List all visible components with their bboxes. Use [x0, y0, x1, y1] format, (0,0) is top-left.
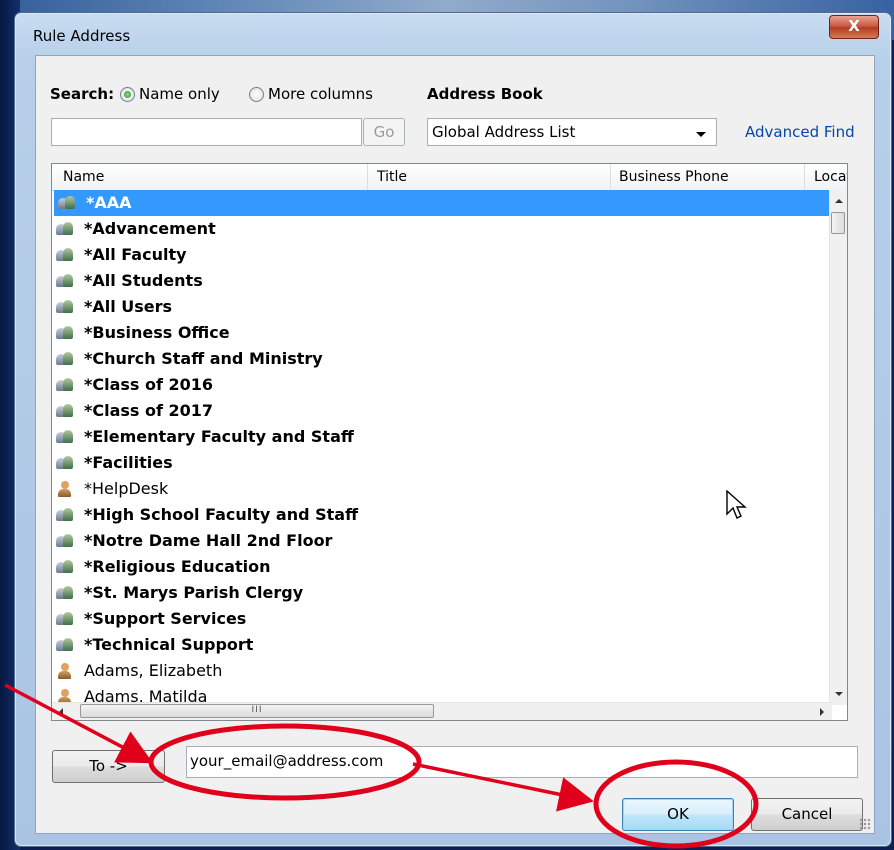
entry-name: *St. Marys Parish Clergy [84, 583, 304, 602]
address-book-dropdown[interactable]: Global Address List [427, 118, 717, 146]
to-button[interactable]: To -> [52, 750, 165, 783]
address-book-selected: Global Address List [432, 123, 576, 141]
list-item[interactable]: *Notre Dame Hall 2nd Floor [52, 528, 832, 554]
distribution-list-icon [56, 351, 73, 367]
more-columns-label[interactable]: More columns [268, 85, 373, 103]
to-input[interactable]: your_email@address.com [186, 746, 858, 778]
advanced-find-link[interactable]: Advanced Find [745, 123, 855, 141]
mouse-cursor-icon [726, 490, 747, 519]
distribution-list-icon [56, 455, 73, 471]
go-button[interactable]: Go [363, 118, 405, 146]
entry-name: *Support Services [84, 609, 247, 628]
entry-name: *Religious Education [84, 557, 271, 576]
list-item[interactable]: *AAA [54, 190, 830, 216]
entry-name: *Elementary Faculty and Staff [84, 427, 354, 446]
list-item[interactable]: *St. Marys Parish Clergy [52, 580, 832, 606]
list-item[interactable]: *Facilities [52, 450, 832, 476]
distribution-list-icon [56, 221, 73, 237]
distribution-list-icon [56, 507, 73, 523]
horizontal-scrollbar[interactable]: III [52, 702, 832, 720]
entry-name: *AAA [86, 193, 132, 212]
entry-name: *Class of 2017 [84, 401, 214, 420]
column-divider[interactable] [610, 164, 611, 190]
ok-button[interactable]: OK [622, 798, 734, 831]
list-item[interactable]: *All Users [52, 294, 832, 320]
list-item[interactable]: *Class of 2016 [52, 372, 832, 398]
entry-name: *HelpDesk [84, 479, 169, 498]
distribution-list-icon [56, 377, 73, 393]
vertical-scroll-thumb[interactable] [831, 212, 845, 234]
list-item[interactable]: *High School Faculty and Staff [52, 502, 832, 528]
list-item[interactable]: *All Students [52, 268, 832, 294]
distribution-list-icon [56, 559, 73, 575]
entry-name: *All Students [84, 271, 203, 290]
list-item[interactable]: *Elementary Faculty and Staff [52, 424, 832, 450]
column-title[interactable]: Title [377, 169, 407, 185]
contact-icon [56, 663, 73, 679]
list-item[interactable]: *Technical Support [52, 632, 832, 658]
window-title: Rule Address [33, 27, 131, 45]
list-item[interactable]: *Class of 2017 [52, 398, 832, 424]
address-book-label: Address Book [427, 85, 543, 103]
close-button[interactable]: X [829, 15, 879, 39]
search-label: Search: [50, 85, 115, 103]
name-only-label[interactable]: Name only [139, 85, 220, 103]
entry-name: *Business Office [84, 323, 230, 342]
contact-icon [56, 481, 73, 497]
distribution-list-icon [56, 585, 73, 601]
address-list[interactable]: Name Title Business Phone Locatio *AAA*A… [51, 163, 848, 721]
list-item[interactable]: *Church Staff and Ministry [52, 346, 832, 372]
entry-name: Adams, Elizabeth [84, 661, 223, 680]
distribution-list-icon [56, 247, 73, 263]
list-header: Name Title Business Phone Locatio [52, 164, 847, 191]
list-item[interactable]: *HelpDesk [52, 476, 832, 502]
scroll-down-icon[interactable] [835, 692, 843, 696]
entry-name: *Class of 2016 [84, 375, 214, 394]
column-location[interactable]: Locatio [814, 169, 847, 185]
search-input[interactable] [51, 118, 362, 146]
distribution-list-icon [56, 429, 73, 445]
scroll-left-icon[interactable] [59, 708, 63, 716]
distribution-list-icon [56, 637, 73, 653]
more-columns-radio[interactable] [249, 87, 264, 102]
title-bar[interactable]: Rule Address X [15, 13, 891, 53]
entry-name: *Facilities [84, 453, 173, 472]
distribution-list-icon [56, 325, 73, 341]
list-item[interactable]: *Support Services [52, 606, 832, 632]
horizontal-scroll-thumb[interactable]: III [80, 704, 434, 718]
distribution-list-icon [56, 611, 73, 627]
resize-grip[interactable] [859, 818, 871, 830]
dialog-client-area: Search: Name only More columns Address B… [35, 55, 875, 834]
column-business-phone[interactable]: Business Phone [619, 169, 729, 185]
scroll-right-icon[interactable] [820, 708, 824, 716]
list-item[interactable]: *Advancement [52, 216, 832, 242]
entry-name: *Technical Support [84, 635, 254, 654]
vertical-scrollbar[interactable] [829, 190, 847, 705]
entry-name: *Notre Dame Hall 2nd Floor [84, 531, 333, 550]
list-item[interactable]: *Religious Education [52, 554, 832, 580]
name-only-radio[interactable] [120, 87, 135, 102]
entry-name: *Advancement [84, 219, 216, 238]
column-divider[interactable] [367, 164, 368, 190]
rule-address-dialog: Rule Address X Search: Name only More co… [14, 12, 892, 847]
chevron-down-icon [696, 132, 706, 137]
distribution-list-icon [58, 195, 75, 211]
list-item[interactable]: Adams, Elizabeth [52, 658, 832, 684]
entry-name: *Church Staff and Ministry [84, 349, 323, 368]
column-name[interactable]: Name [63, 169, 104, 185]
distribution-list-icon [56, 533, 73, 549]
distribution-list-icon [56, 273, 73, 289]
cancel-button[interactable]: Cancel [751, 798, 863, 831]
distribution-list-icon [56, 299, 73, 315]
entry-rows: *AAA *Advancement *All Faculty *All Student… [52, 190, 832, 710]
entry-name: *All Faculty [84, 245, 187, 264]
list-item[interactable]: *All Faculty [52, 242, 832, 268]
scroll-up-icon[interactable] [835, 199, 843, 203]
list-item[interactable]: *Business Office [52, 320, 832, 346]
column-divider[interactable] [804, 164, 805, 190]
entry-name: *All Users [84, 297, 173, 316]
entry-name: *High School Faculty and Staff [84, 505, 359, 524]
distribution-list-icon [56, 403, 73, 419]
